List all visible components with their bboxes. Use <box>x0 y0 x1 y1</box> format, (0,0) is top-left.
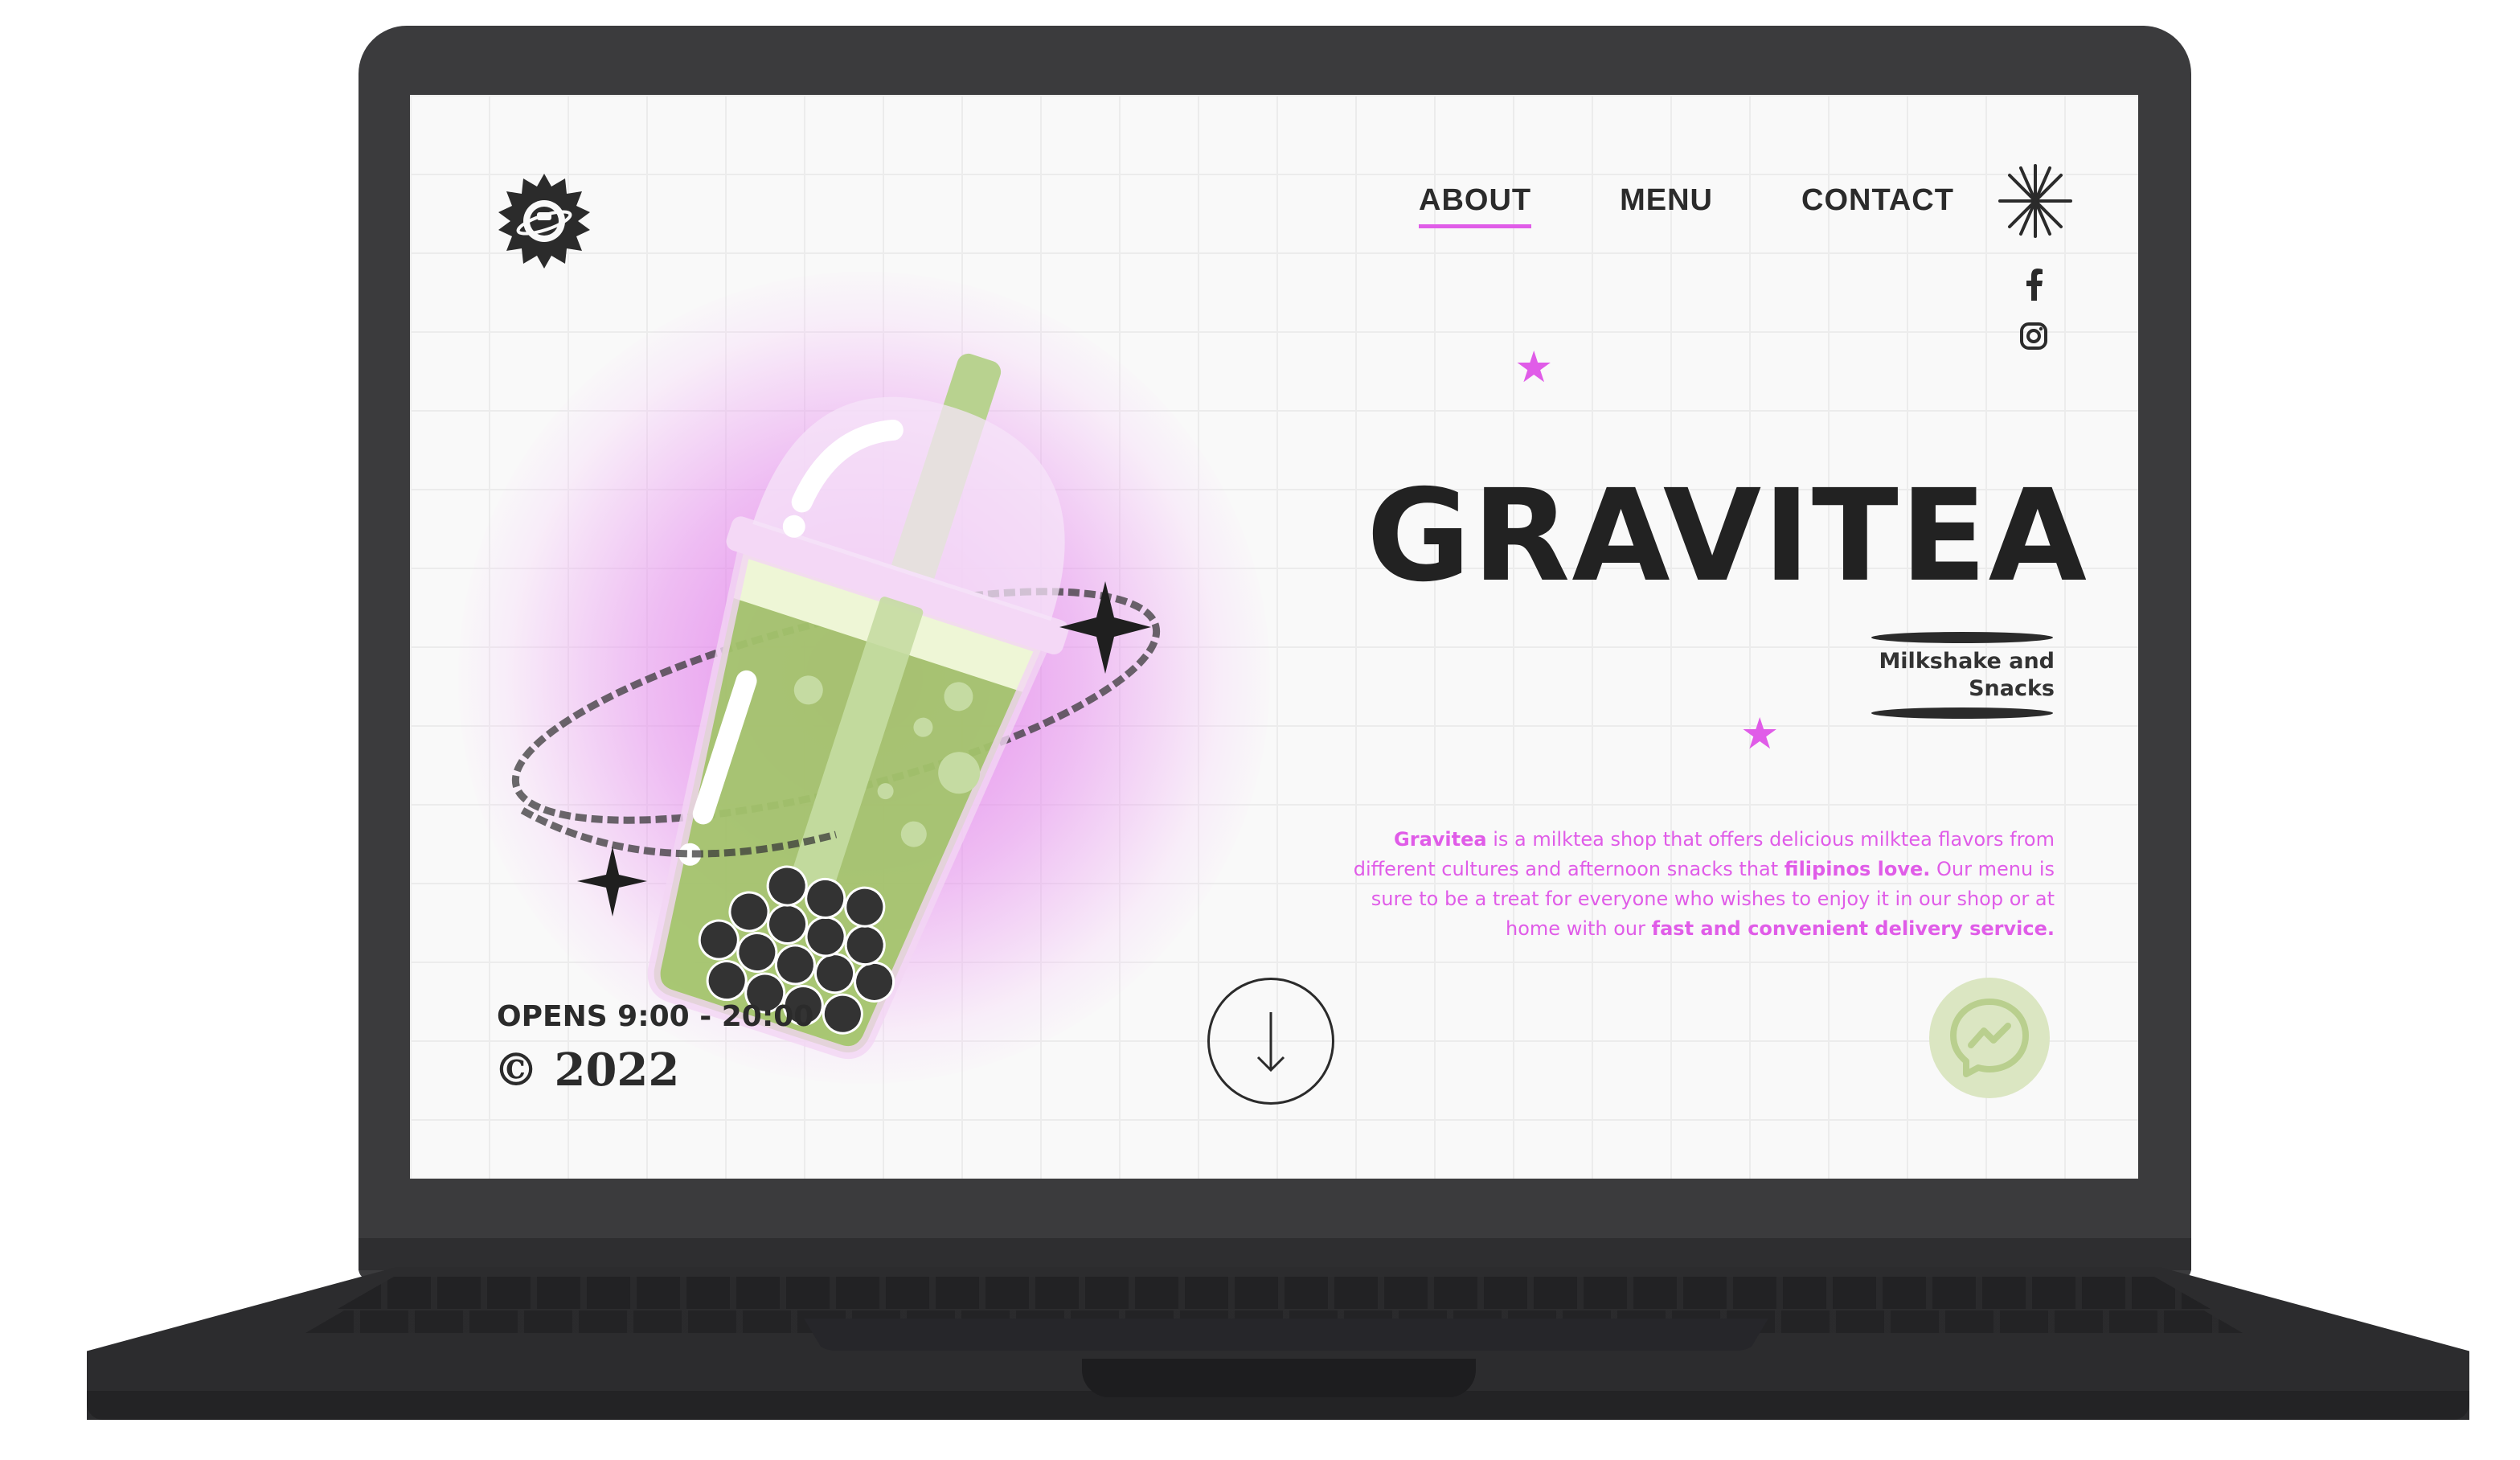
nav-menu[interactable]: MENU <box>1620 183 1713 228</box>
laptop-keyboard-row <box>338 1277 2211 1309</box>
messenger-button[interactable] <box>1929 978 2050 1098</box>
page-subtitle: Milkshake and Snacks <box>1833 648 2055 703</box>
description-highlight: fast and convenient delivery service. <box>1651 917 2055 940</box>
bubble-tea-illustration <box>511 353 1161 1060</box>
instagram-icon[interactable] <box>2019 322 2048 351</box>
opening-hours: OPENS 9:00 - 20:00 <box>497 1000 814 1033</box>
planet-logo-icon[interactable] <box>495 172 593 270</box>
laptop-hinge <box>359 1238 2191 1270</box>
brand-name: Gravitea <box>1394 828 1487 851</box>
nav-contact[interactable]: CONTACT <box>1801 183 1954 228</box>
website-screen: ABOUT MENU CONTACT ★ ★ GRAVITEA Milkshak… <box>410 95 2138 1179</box>
subtitle-line: Milkshake and <box>1879 649 2055 674</box>
laptop-notch <box>1082 1359 1476 1397</box>
subtitle-divider <box>1871 632 2053 643</box>
subtitle-line: Snacks <box>1969 676 2055 701</box>
nav-about[interactable]: ABOUT <box>1419 183 1532 228</box>
facebook-icon[interactable] <box>2022 269 2045 301</box>
messenger-icon <box>1950 999 2029 1077</box>
laptop-trackpad <box>804 1319 1768 1351</box>
subtitle-divider <box>1871 707 2053 719</box>
about-description: Gravitea is a milktea shop that offers d… <box>1318 825 2055 944</box>
copyright: © 2022 <box>494 1044 680 1097</box>
page-title: GRAVITEA <box>1367 462 2088 610</box>
sparkle-icon <box>1998 164 2072 238</box>
arrow-down-icon <box>1256 1012 1285 1072</box>
star-decoration-icon: ★ <box>1514 343 1554 392</box>
description-highlight: filipinos love. <box>1784 858 1931 880</box>
main-nav: ABOUT MENU CONTACT <box>1419 183 1954 228</box>
scroll-down-button[interactable] <box>1207 978 1334 1105</box>
star-decoration-icon: ★ <box>1740 710 1780 758</box>
